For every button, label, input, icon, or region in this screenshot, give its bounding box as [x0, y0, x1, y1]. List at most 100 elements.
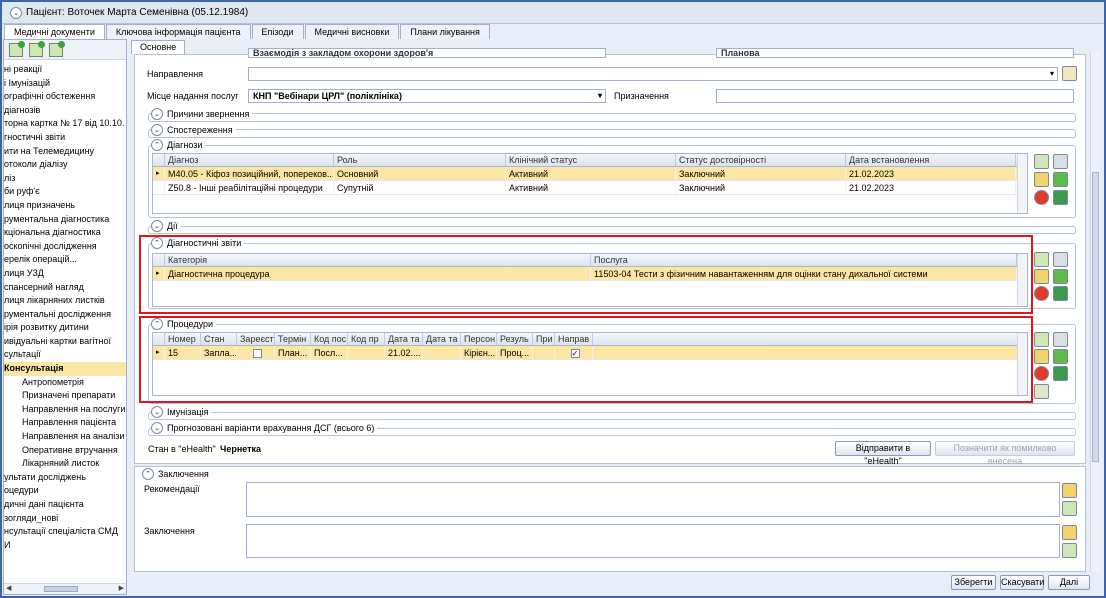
col-diagnosis[interactable]: Діагноз	[165, 154, 334, 166]
place-select[interactable]: КНП "Вебінари ЦРЛ" (поліклініка)	[248, 89, 606, 103]
tree-item[interactable]: оцедури	[4, 484, 126, 498]
tree-item[interactable]: ографічні обстеження	[4, 90, 126, 104]
tree-item[interactable]: ерелік операцій...	[4, 253, 126, 267]
tab-basic[interactable]: Основне	[131, 40, 186, 54]
export-icon[interactable]	[1053, 286, 1068, 301]
assignment-field[interactable]	[716, 89, 1074, 103]
add-row-icon[interactable]	[1034, 154, 1049, 169]
add-template-icon[interactable]	[1062, 501, 1077, 516]
add-template-icon[interactable]	[1062, 543, 1077, 558]
save-button[interactable]: Зберегти	[951, 575, 996, 590]
table-row[interactable]: Z50.8 - Інші реабілітаційні процедури Су…	[153, 181, 1027, 195]
expand-icon[interactable]: ⌄	[151, 406, 163, 418]
conclusion-header[interactable]: ⌃ Заключення	[142, 468, 209, 480]
send-ehealth-button[interactable]: Відправити в "eHealth"	[835, 441, 931, 466]
direction-select[interactable]	[248, 67, 1058, 81]
table-row[interactable]: ▸ M40.05 - Кіфоз позиційний, поперeков..…	[153, 167, 1027, 181]
tree-item[interactable]: нсультації спеціаліста СМД	[4, 525, 126, 539]
next-button[interactable]: Далі	[1048, 575, 1090, 590]
priority-field[interactable]: Планова	[716, 48, 1074, 58]
template-icon[interactable]	[1062, 525, 1077, 540]
observations-header[interactable]: ⌄ Спостереження	[151, 124, 236, 136]
tree-subitem[interactable]: Лікарняний листок	[4, 457, 126, 471]
tree-item[interactable]: діагнозів	[4, 104, 126, 118]
tree-subitem[interactable]: Направлення на аналізи	[4, 430, 126, 444]
delete-icon[interactable]	[1034, 366, 1049, 381]
add-row-icon[interactable]	[1034, 252, 1049, 267]
delete-icon[interactable]	[1034, 190, 1049, 205]
immunization-header[interactable]: ⌄ Імунізація	[151, 406, 212, 418]
tree-hscrollbar[interactable]: ◀ ▶	[4, 583, 126, 594]
tree-item[interactable]: дичні дані пацієнта	[4, 498, 126, 512]
edit-row-icon[interactable]	[1034, 269, 1049, 284]
export-icon[interactable]	[1053, 366, 1068, 381]
tree-item[interactable]: ити на Телемедицину	[4, 145, 126, 159]
tree-item[interactable]: би руф'є	[4, 185, 126, 199]
tree-item[interactable]: рументальна діагностика	[4, 213, 126, 227]
tree-item[interactable]: зогляди_нові	[4, 512, 126, 526]
conclusion-textarea[interactable]	[246, 524, 1060, 558]
forecast-header[interactable]: ⌄ Прогнозовані варіанти врахування ДСГ (в…	[151, 422, 378, 434]
tree-item[interactable]: кціональна діагностика	[4, 226, 126, 240]
col-verification-status[interactable]: Статус достовірності	[676, 154, 846, 166]
tools-icon[interactable]	[1053, 252, 1068, 267]
tree-item[interactable]: сультації	[4, 348, 126, 362]
tree-item[interactable]: ні реакції	[4, 63, 126, 77]
expand-icon[interactable]: ⌄	[151, 108, 163, 120]
form-vscrollbar[interactable]	[1090, 52, 1100, 572]
tab-medical-documents[interactable]: Медичні документи	[4, 24, 105, 40]
extra-action-icon[interactable]	[1034, 384, 1049, 399]
tab-episodes[interactable]: Епізоди	[251, 24, 304, 39]
tree-item[interactable]: спансерний нагляд	[4, 281, 126, 295]
expand-icon[interactable]: ⌄	[151, 124, 163, 136]
tree-item-active[interactable]: Консультація	[4, 362, 126, 376]
new-folder-icon[interactable]	[49, 40, 65, 57]
grid-scrollbar[interactable]	[1017, 154, 1027, 213]
mark-error-button[interactable]: Позначити як помилково внесена	[935, 441, 1075, 466]
tree-item[interactable]: рументальні дослідження	[4, 308, 126, 322]
expand-icon[interactable]: ⌄	[151, 422, 163, 434]
tree-subitem[interactable]: Антропометрія	[4, 376, 126, 390]
template-icon[interactable]	[1062, 483, 1077, 498]
edit-row-icon[interactable]	[1034, 172, 1049, 187]
diagnoses-header[interactable]: ⌃ Діагнози	[151, 139, 206, 151]
edit-row-icon[interactable]	[1034, 349, 1049, 364]
col-clinical-status[interactable]: Клінічний статус	[506, 154, 676, 166]
tools-icon[interactable]	[1053, 154, 1068, 169]
tree-item[interactable]: торна картка № 17 від 10.10.	[4, 117, 126, 131]
tree-item[interactable]: ивідуальні картки вагітної	[4, 335, 126, 349]
add-row-icon[interactable]	[1034, 332, 1049, 347]
tree-item[interactable]: лиця призначень	[4, 199, 126, 213]
tools-icon[interactable]	[1053, 332, 1068, 347]
refresh-icon[interactable]	[1053, 269, 1068, 284]
refresh-icon[interactable]	[1053, 172, 1068, 187]
delete-icon[interactable]	[1034, 286, 1049, 301]
collapse-icon[interactable]: ⌄	[10, 6, 22, 19]
tree-item[interactable]: оскопічні дослідження	[4, 240, 126, 254]
cancel-button[interactable]: Скасувати	[1000, 575, 1044, 590]
tree-item[interactable]: лиця лікарняних листків	[4, 294, 126, 308]
interaction-type-field[interactable]: Взаємодія з закладом охорони здоров'я	[248, 48, 606, 58]
copy-document-icon[interactable]	[29, 40, 45, 57]
tree-item[interactable]: і Імунізацій	[4, 77, 126, 91]
export-icon[interactable]	[1053, 190, 1068, 205]
tab-medical-conclusions[interactable]: Медичні висновки	[304, 24, 400, 39]
add-document-icon[interactable]	[9, 40, 25, 57]
tree-item[interactable]: гностичні звіти	[4, 131, 126, 145]
actions-header[interactable]: ⌄ Дії	[151, 220, 181, 232]
tree-item[interactable]: ірія розвитку дитини	[4, 321, 126, 335]
collapse-icon[interactable]: ⌃	[142, 468, 154, 480]
tree-subitem[interactable]: Оперативне втручання	[4, 444, 126, 458]
col-date[interactable]: Дата встановлення	[846, 154, 1016, 166]
col-role[interactable]: Роль	[334, 154, 506, 166]
tree-subitem[interactable]: Направлення на послуги	[4, 403, 126, 417]
tree-subitem[interactable]: Направлення пацієнта	[4, 416, 126, 430]
tree-subitem[interactable]: Призначені препарати	[4, 389, 126, 403]
tree-item[interactable]: ліз	[4, 172, 126, 186]
edit-direction-icon[interactable]	[1062, 66, 1077, 81]
tree-item[interactable]: лиця УЗД	[4, 267, 126, 281]
refresh-icon[interactable]	[1053, 349, 1068, 364]
tree-item[interactable]: И	[4, 539, 126, 553]
collapse-icon[interactable]: ⌃	[151, 139, 163, 151]
recommendations-textarea[interactable]	[246, 482, 1060, 517]
